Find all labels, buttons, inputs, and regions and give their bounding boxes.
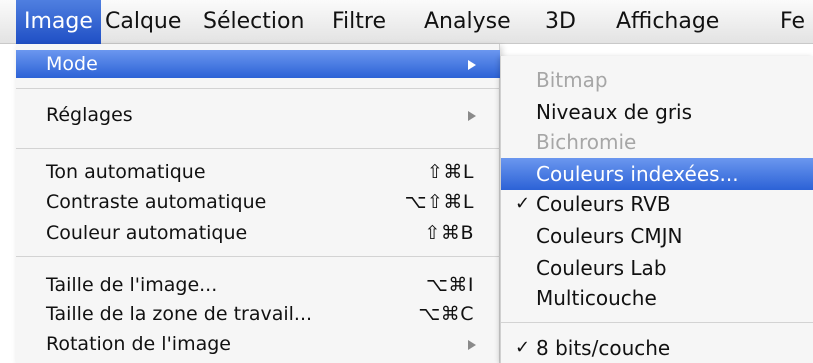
menu-separator [501, 322, 813, 323]
submenu-item-niveaux-de-gris[interactable]: Niveaux de gris [501, 96, 813, 128]
submenu-item-bichromie: Bichromie [501, 126, 813, 158]
submenu-item-couleurs-lab[interactable]: Couleurs Lab [501, 252, 813, 284]
submenu-item-couleurs-indexees[interactable]: Couleurs indexées... [501, 158, 813, 190]
menu-item-shortcut: ⇧⌘L [426, 161, 474, 183]
submenu-arrow-icon [468, 340, 476, 350]
submenu-item-label: Couleurs indexées... [536, 162, 739, 186]
menubar-item-filtre[interactable]: Filtre [332, 0, 386, 44]
submenu-item-label: Bitmap [536, 68, 608, 92]
menu-item-reglages[interactable]: Réglages [16, 101, 500, 129]
menu-separator [16, 88, 500, 89]
menu-item-taille-zone-travail[interactable]: Taille de la zone de travail... ⌥⌘C [16, 300, 500, 328]
menu-item-shortcut: ⇧⌘B [424, 222, 474, 244]
submenu-item-multicouche[interactable]: Multicouche [501, 282, 813, 314]
menubar-item-3d[interactable]: 3D [545, 0, 576, 44]
mode-submenu: Bitmap Niveaux de gris Bichromie Couleur… [500, 56, 813, 363]
menu-item-label: Couleur automatique [46, 222, 248, 244]
menubar-item-image[interactable]: Image [16, 0, 101, 44]
submenu-item-8-bits-couche[interactable]: ✓ 8 bits/couche [501, 332, 813, 363]
menubar-item-analyse[interactable]: Analyse [424, 0, 511, 44]
menu-bar: Image Calque Sélection Filtre Analyse 3D… [0, 0, 813, 44]
menu-separator [16, 256, 500, 257]
submenu-item-bitmap: Bitmap [501, 64, 813, 96]
menu-item-label: Mode [46, 53, 98, 75]
submenu-item-label: Niveaux de gris [536, 100, 693, 124]
menu-item-mode[interactable]: Mode [16, 50, 500, 78]
menu-item-label: Taille de la zone de travail... [46, 303, 313, 325]
menu-item-shortcut: ⌥⌘I [426, 274, 474, 296]
submenu-item-label: Multicouche [536, 286, 657, 310]
submenu-arrow-icon [468, 60, 476, 70]
menu-item-shortcut: ⌥⌘C [418, 303, 474, 325]
menu-item-label: Taille de l'image... [46, 274, 218, 296]
submenu-item-label: Couleurs Lab [536, 256, 667, 280]
submenu-item-couleurs-cmjn[interactable]: Couleurs CMJN [501, 220, 813, 252]
menu-item-label: Rotation de l'image [46, 333, 231, 355]
menu-item-rotation-image[interactable]: Rotation de l'image [16, 330, 500, 358]
submenu-item-label: Couleurs RVB [536, 192, 671, 216]
menu-separator [16, 148, 500, 149]
submenu-item-label: Couleurs CMJN [536, 224, 683, 248]
submenu-arrow-icon [468, 111, 476, 121]
submenu-item-couleurs-rvb[interactable]: ✓ Couleurs RVB [501, 188, 813, 220]
menubar-item-affichage[interactable]: Affichage [616, 0, 719, 44]
menu-item-taille-image[interactable]: Taille de l'image... ⌥⌘I [16, 271, 500, 299]
menu-item-shortcut: ⌥⇧⌘L [404, 191, 474, 213]
image-menu: Mode Réglages Ton automatique ⇧⌘L Contra… [16, 44, 500, 363]
submenu-item-label: Bichromie [536, 130, 637, 154]
menubar-item-calque[interactable]: Calque [105, 0, 181, 44]
menu-item-label: Ton automatique [46, 161, 206, 183]
menu-item-ton-automatique[interactable]: Ton automatique ⇧⌘L [16, 158, 500, 186]
menu-item-label: Contraste automatique [46, 191, 267, 213]
check-icon: ✓ [515, 193, 531, 214]
menu-item-couleur-automatique[interactable]: Couleur automatique ⇧⌘B [16, 219, 500, 247]
submenu-item-label: 8 bits/couche [536, 336, 671, 360]
check-icon: ✓ [515, 337, 531, 358]
menu-item-label: Réglages [46, 104, 133, 126]
menu-item-contraste-automatique[interactable]: Contraste automatique ⌥⇧⌘L [16, 188, 500, 216]
menubar-item-fenetre[interactable]: Fe [780, 0, 805, 44]
menubar-item-selection[interactable]: Sélection [203, 0, 304, 44]
